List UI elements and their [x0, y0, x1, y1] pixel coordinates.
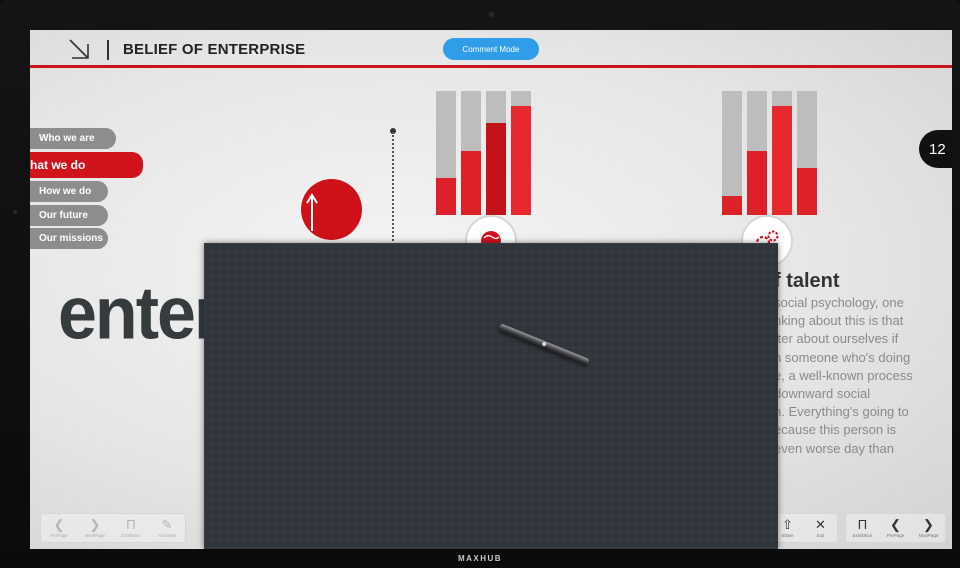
share-label: Share: [781, 532, 794, 538]
bar: [772, 105, 792, 215]
paragraph-line: downward social: [774, 386, 871, 402]
paragraph-line: n someone who's doing: [774, 349, 911, 365]
toolbar-navigation: Π Exhibition ❮ PrePage ❯ NextPage: [845, 513, 946, 543]
bar: [486, 123, 506, 215]
header-divider: [107, 40, 109, 60]
sensor-dot: [13, 210, 17, 214]
prev-page-button[interactable]: ❮ PrePage: [41, 514, 77, 542]
exhibition-button[interactable]: Π Exhibition: [846, 514, 879, 542]
share-icon: ⇧: [782, 516, 793, 532]
enterprise-headline: enter: [58, 271, 221, 355]
page-number-badge[interactable]: 12: [919, 130, 952, 168]
chevron-right-icon: ❯: [923, 516, 934, 532]
nav-item-how-we-do[interactable]: How we do: [30, 181, 108, 202]
bar-track: [747, 91, 767, 215]
close-icon: ✕: [815, 516, 826, 532]
display-bezel: BELIEF OF ENTERPRISE Comment Mode Who we…: [0, 0, 960, 568]
toolbar-left: ❮ PrePage ❯ NextPage Π Exhibition ✎ Annotate: [40, 513, 186, 543]
stylus-pen-image: [498, 323, 590, 366]
arrow-up-icon: [306, 193, 318, 231]
nav-item-who-we-are[interactable]: Who we are: [30, 128, 116, 149]
next-page-label: NextPage: [918, 532, 939, 538]
timeline-dotted-line: [392, 132, 394, 252]
bar-track: [461, 91, 481, 215]
exhibition-label: Exhibition: [121, 532, 141, 538]
exhibition-icon: Π: [857, 516, 868, 532]
camera-dot: [489, 12, 494, 17]
bar-track: [486, 91, 506, 215]
prev-page-label: PrePage: [50, 532, 68, 538]
paragraph-line: social psychology, one: [774, 295, 904, 310]
exhibition-button[interactable]: Π Exhibition: [113, 514, 149, 542]
nav-item-our-future[interactable]: Our future: [30, 205, 108, 226]
bar: [461, 150, 481, 215]
prev-page-button[interactable]: ❮ PrePage: [879, 514, 912, 542]
toolbar-share-exit: ⇧ Share ✕ Exit: [770, 513, 838, 543]
annotate-label: Annotate: [157, 532, 176, 538]
paragraph-line: even worse day than: [774, 440, 894, 456]
talent-paragraph: social psychology, one nking about this …: [774, 294, 952, 458]
paragraph-line: n. Everything's going to: [774, 404, 909, 420]
next-page-label: NextPage: [85, 532, 105, 538]
paragraph-line: e, a well-known process: [774, 367, 913, 383]
exit-label: Exit: [816, 532, 825, 538]
chevron-left-icon: ❮: [890, 516, 901, 532]
brand-label: MAXHUB: [457, 554, 503, 563]
arrow-up-circle: [301, 179, 362, 240]
bar: [436, 177, 456, 215]
page-title: BELIEF OF ENTERPRISE: [123, 41, 306, 58]
exhibition-label: Exhibition: [852, 532, 873, 538]
bar-track: [772, 91, 792, 215]
chevron-left-icon: ❮: [53, 516, 65, 532]
screen-share-overlay[interactable]: [204, 243, 778, 549]
chevron-right-icon: ❯: [89, 516, 101, 532]
nav-item-our-missions[interactable]: Our missions: [30, 228, 108, 249]
comment-mode-button[interactable]: Comment Mode: [443, 38, 539, 60]
exhibition-icon: Π: [126, 516, 136, 532]
bar: [797, 167, 817, 215]
bar-track: [722, 91, 742, 215]
next-page-button[interactable]: ❯ NextPage: [912, 514, 945, 542]
exit-button[interactable]: ✕ Exit: [804, 514, 837, 542]
bar: [747, 150, 767, 215]
prev-page-label: PrePage: [886, 532, 905, 538]
nav-item-what-we-do[interactable]: hat we do: [30, 152, 143, 178]
talent-heading: f talent: [774, 270, 840, 292]
logo-icon: [69, 39, 89, 59]
pen-icon: ✎: [161, 516, 173, 532]
bar-track: [797, 91, 817, 215]
paragraph-line: tter about ourselves if: [774, 331, 899, 347]
bar-track: [511, 91, 531, 215]
annotate-button[interactable]: ✎ Annotate: [149, 514, 185, 542]
paragraph-line: ecause this person is: [774, 422, 897, 438]
bar: [722, 196, 742, 215]
next-page-button[interactable]: ❯ NextPage: [77, 514, 113, 542]
header-rule: [30, 65, 952, 68]
bar: [511, 105, 531, 215]
paragraph-line: nking about this is that: [774, 313, 904, 329]
bar-track: [436, 91, 456, 215]
